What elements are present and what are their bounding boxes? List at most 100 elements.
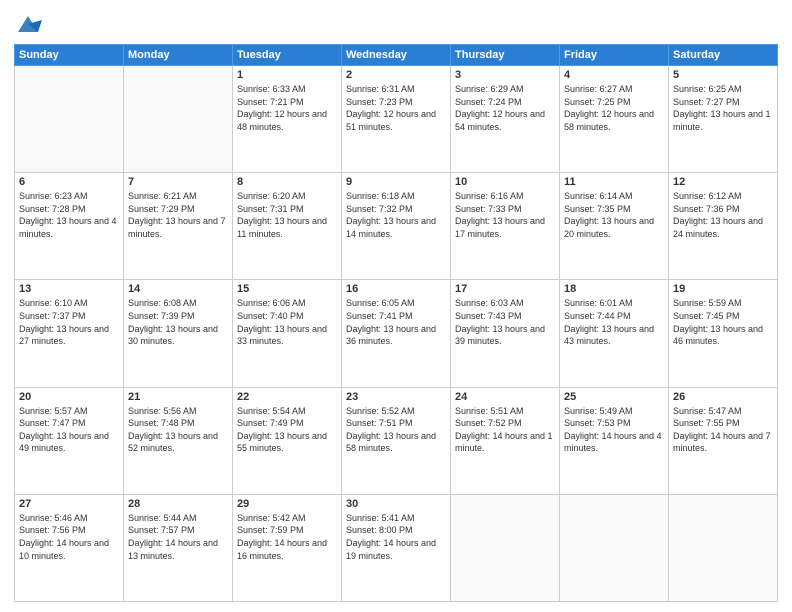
calendar-cell: 11Sunrise: 6:14 AM Sunset: 7:35 PM Dayli… — [560, 173, 669, 280]
day-info: Sunrise: 6:31 AM Sunset: 7:23 PM Dayligh… — [346, 83, 446, 133]
day-info: Sunrise: 6:20 AM Sunset: 7:31 PM Dayligh… — [237, 190, 337, 240]
day-number: 8 — [237, 176, 337, 188]
calendar-cell: 5Sunrise: 6:25 AM Sunset: 7:27 PM Daylig… — [669, 66, 778, 173]
day-info: Sunrise: 5:56 AM Sunset: 7:48 PM Dayligh… — [128, 405, 228, 455]
day-info: Sunrise: 5:57 AM Sunset: 7:47 PM Dayligh… — [19, 405, 119, 455]
calendar-cell — [669, 494, 778, 601]
day-number: 12 — [673, 176, 773, 188]
calendar-cell: 17 Sunrise: 6:03 AM Sunset: 7:43 PM Dayli… — [451, 280, 560, 387]
day-number: 6 — [19, 176, 119, 188]
weekday-header-wednesday: Wednesday — [342, 45, 451, 66]
calendar-cell: 6 Sunrise: 6:23 AM Sunset: 7:28 PM Daylig… — [15, 173, 124, 280]
calendar-cell: 25 Sunrise: 5:49 AM Sunset: 7:53 PM Dayli… — [560, 387, 669, 494]
calendar-cell: 14 Sunrise: 6:08 AM Sunset: 7:39 PM Dayli… — [124, 280, 233, 387]
day-info: Sunrise: 6:08 AM Sunset: 7:39 PM Dayligh… — [128, 297, 228, 347]
day-number: 2 — [346, 69, 446, 81]
day-number: 9 — [346, 176, 446, 188]
calendar-cell: 19 Sunrise: 5:59 AM Sunset: 7:45 PM Dayli… — [669, 280, 778, 387]
calendar-week-2: 6 Sunrise: 6:23 AM Sunset: 7:28 PM Daylig… — [15, 173, 778, 280]
day-number: 28 — [128, 498, 228, 510]
day-number: 30 — [346, 498, 446, 510]
day-number: 23 — [346, 391, 446, 403]
calendar-cell: 8 Sunrise: 6:20 AM Sunset: 7:31 PM Daylig… — [233, 173, 342, 280]
day-info: Sunrise: 6:10 AM Sunset: 7:37 PM Dayligh… — [19, 297, 119, 347]
weekday-header-row: SundayMondayTuesdayWednesdayThursdayFrid… — [15, 45, 778, 66]
calendar-cell — [124, 66, 233, 173]
day-number: 15 — [237, 283, 337, 295]
calendar-cell — [560, 494, 669, 601]
day-number: 20 — [19, 391, 119, 403]
calendar-cell: 9 Sunrise: 6:18 AM Sunset: 7:32 PM Daylig… — [342, 173, 451, 280]
day-info: Sunrise: 5:54 AM Sunset: 7:49 PM Dayligh… — [237, 405, 337, 455]
calendar-cell: 2 Sunrise: 6:31 AM Sunset: 7:23 PM Daylig… — [342, 66, 451, 173]
calendar-cell: 24 Sunrise: 5:51 AM Sunset: 7:52 PM Dayli… — [451, 387, 560, 494]
day-number: 13 — [19, 283, 119, 295]
day-info: Sunrise: 6:25 AM Sunset: 7:27 PM Dayligh… — [673, 83, 773, 133]
calendar-cell: 7 Sunrise: 6:21 AM Sunset: 7:29 PM Daylig… — [124, 173, 233, 280]
day-number: 16 — [346, 283, 446, 295]
day-info: Sunrise: 6:01 AM Sunset: 7:44 PM Dayligh… — [564, 297, 664, 347]
day-info: Sunrise: 6:27 AM Sunset: 7:25 PM Dayligh… — [564, 83, 664, 133]
day-info: Sunrise: 6:05 AM Sunset: 7:41 PM Dayligh… — [346, 297, 446, 347]
day-number: 26 — [673, 391, 773, 403]
day-number: 3 — [455, 69, 555, 81]
logo — [14, 10, 46, 38]
calendar-cell: 26 Sunrise: 5:47 AM Sunset: 7:55 PM Dayli… — [669, 387, 778, 494]
day-number: 27 — [19, 498, 119, 510]
day-number: 7 — [128, 176, 228, 188]
day-number: 18 — [564, 283, 664, 295]
calendar-table: SundayMondayTuesdayWednesdayThursdayFrid… — [14, 44, 778, 602]
weekday-header-thursday: Thursday — [451, 45, 560, 66]
day-number: 4 — [564, 69, 664, 81]
calendar-cell: 21Sunrise: 5:56 AM Sunset: 7:48 PM Dayli… — [124, 387, 233, 494]
calendar-week-4: 20 Sunrise: 5:57 AM Sunset: 7:47 PM Dayli… — [15, 387, 778, 494]
day-info: Sunrise: 5:49 AM Sunset: 7:53 PM Dayligh… — [564, 405, 664, 455]
day-info: Sunrise: 5:59 AM Sunset: 7:45 PM Dayligh… — [673, 297, 773, 347]
day-number: 19 — [673, 283, 773, 295]
header — [14, 10, 778, 38]
weekday-header-sunday: Sunday — [15, 45, 124, 66]
day-info: Sunrise: 6:21 AM Sunset: 7:29 PM Dayligh… — [128, 190, 228, 240]
day-number: 25 — [564, 391, 664, 403]
day-number: 1 — [237, 69, 337, 81]
calendar-cell: 18 Sunrise: 6:01 AM Sunset: 7:44 PM Dayli… — [560, 280, 669, 387]
calendar-cell: 29 Sunrise: 5:42 AM Sunset: 7:59 PM Dayli… — [233, 494, 342, 601]
day-info: Sunrise: 5:42 AM Sunset: 7:59 PM Dayligh… — [237, 512, 337, 562]
weekday-header-friday: Friday — [560, 45, 669, 66]
day-number: 22 — [237, 391, 337, 403]
calendar-cell: 23Sunrise: 5:52 AM Sunset: 7:51 PM Dayli… — [342, 387, 451, 494]
calendar-cell: 3Sunrise: 6:29 AM Sunset: 7:24 PM Daylig… — [451, 66, 560, 173]
calendar-cell — [15, 66, 124, 173]
day-number: 14 — [128, 283, 228, 295]
day-info: Sunrise: 5:51 AM Sunset: 7:52 PM Dayligh… — [455, 405, 555, 455]
calendar-cell: 16 Sunrise: 6:05 AM Sunset: 7:41 PM Dayli… — [342, 280, 451, 387]
weekday-header-tuesday: Tuesday — [233, 45, 342, 66]
day-info: Sunrise: 5:47 AM Sunset: 7:55 PM Dayligh… — [673, 405, 773, 455]
calendar-cell: 30 Sunrise: 5:41 AM Sunset: 8:00 PM Dayli… — [342, 494, 451, 601]
day-info: Sunrise: 6:12 AM Sunset: 7:36 PM Dayligh… — [673, 190, 773, 240]
day-info: Sunrise: 6:18 AM Sunset: 7:32 PM Dayligh… — [346, 190, 446, 240]
calendar-cell: 27 Sunrise: 5:46 AM Sunset: 7:56 PM Dayli… — [15, 494, 124, 601]
calendar-cell: 12 Sunrise: 6:12 AM Sunset: 7:36 PM Dayli… — [669, 173, 778, 280]
day-number: 17 — [455, 283, 555, 295]
calendar-cell: 20 Sunrise: 5:57 AM Sunset: 7:47 PM Dayli… — [15, 387, 124, 494]
day-info: Sunrise: 6:16 AM Sunset: 7:33 PM Dayligh… — [455, 190, 555, 240]
calendar-week-3: 13 Sunrise: 6:10 AM Sunset: 7:37 PM Dayli… — [15, 280, 778, 387]
weekday-header-saturday: Saturday — [669, 45, 778, 66]
day-info: Sunrise: 6:06 AM Sunset: 7:40 PM Dayligh… — [237, 297, 337, 347]
day-info: Sunrise: 5:41 AM Sunset: 8:00 PM Dayligh… — [346, 512, 446, 562]
calendar-cell: 4 Sunrise: 6:27 AM Sunset: 7:25 PM Daylig… — [560, 66, 669, 173]
calendar-cell: 1Sunrise: 6:33 AM Sunset: 7:21 PM Daylig… — [233, 66, 342, 173]
day-info: Sunrise: 5:46 AM Sunset: 7:56 PM Dayligh… — [19, 512, 119, 562]
page-container: SundayMondayTuesdayWednesdayThursdayFrid… — [0, 0, 792, 612]
day-number: 29 — [237, 498, 337, 510]
logo-icon — [14, 10, 42, 38]
calendar-cell: 13 Sunrise: 6:10 AM Sunset: 7:37 PM Dayli… — [15, 280, 124, 387]
day-info: Sunrise: 6:14 AM Sunset: 7:35 PM Dayligh… — [564, 190, 664, 240]
day-info: Sunrise: 6:23 AM Sunset: 7:28 PM Dayligh… — [19, 190, 119, 240]
calendar-cell: 10Sunrise: 6:16 AM Sunset: 7:33 PM Dayli… — [451, 173, 560, 280]
day-number: 24 — [455, 391, 555, 403]
day-info: Sunrise: 6:03 AM Sunset: 7:43 PM Dayligh… — [455, 297, 555, 347]
calendar-cell: 15 Sunrise: 6:06 AM Sunset: 7:40 PM Dayli… — [233, 280, 342, 387]
calendar-cell: 22 Sunrise: 5:54 AM Sunset: 7:49 PM Dayli… — [233, 387, 342, 494]
